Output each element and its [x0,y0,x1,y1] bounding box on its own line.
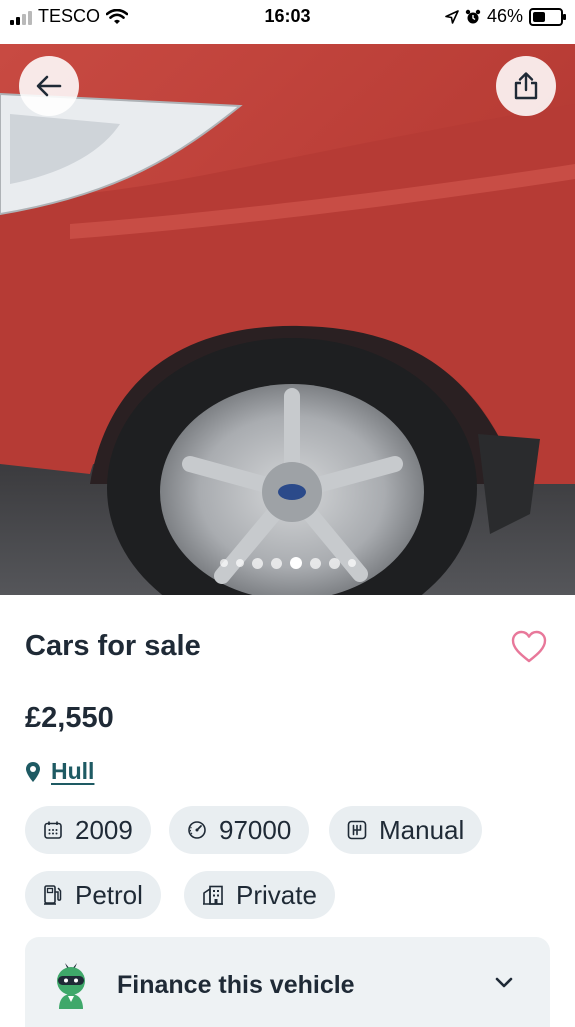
location-link[interactable]: Hull [51,758,94,785]
building-icon [203,885,223,905]
gallery-pagination [0,557,575,569]
location-pin-icon [26,761,40,782]
finance-accordion[interactable]: Finance this vehicle [25,937,550,1027]
back-button[interactable] [19,56,79,116]
pagination-dot[interactable] [309,557,321,569]
spec-label: Manual [379,814,465,845]
spec-label: Petrol [75,879,143,910]
spec-fuel: Petrol [25,871,161,919]
listing-price: £2,550 [25,702,114,734]
car-photo-illustration [0,44,575,595]
spec-label: 2009 [75,814,133,845]
alarm-clock-icon [465,9,481,23]
status-bar: TESCO 16:03 46% [0,0,575,40]
pagination-dot[interactable] [270,557,282,569]
share-button[interactable] [496,56,556,116]
heart-outline-icon[interactable] [510,628,548,666]
spec-mileage: 97000 [169,806,310,854]
listing-title: Cars for sale [25,630,201,662]
spec-seller-type: Private [184,871,335,919]
battery-percentage: 46% [486,6,523,26]
fuel-pump-icon [44,885,62,905]
spec-transmission: Manual [329,806,483,854]
pagination-dot[interactable] [235,559,244,567]
location-arrow-icon [445,9,459,24]
spec-year: 2009 [25,806,151,854]
calendar-icon [44,821,62,839]
gearbox-icon [347,820,367,840]
pagination-dot-active[interactable] [289,557,302,569]
listing-photo[interactable] [0,44,575,595]
pagination-dot[interactable] [328,557,340,569]
arrow-left-icon [36,75,62,97]
finance-label: Finance this vehicle [117,971,355,999]
chevron-down-icon[interactable] [495,977,513,989]
location[interactable]: Hull [25,758,94,785]
share-icon [514,72,538,100]
pagination-dot[interactable] [219,559,228,567]
battery-icon [529,7,566,26]
pagination-dot[interactable] [251,557,263,569]
spec-label: 97000 [219,814,292,845]
speedometer-icon [188,821,206,839]
pagination-dot[interactable] [347,559,356,567]
ninja-mascot-icon [57,963,85,1009]
spec-label: Private [236,879,317,910]
